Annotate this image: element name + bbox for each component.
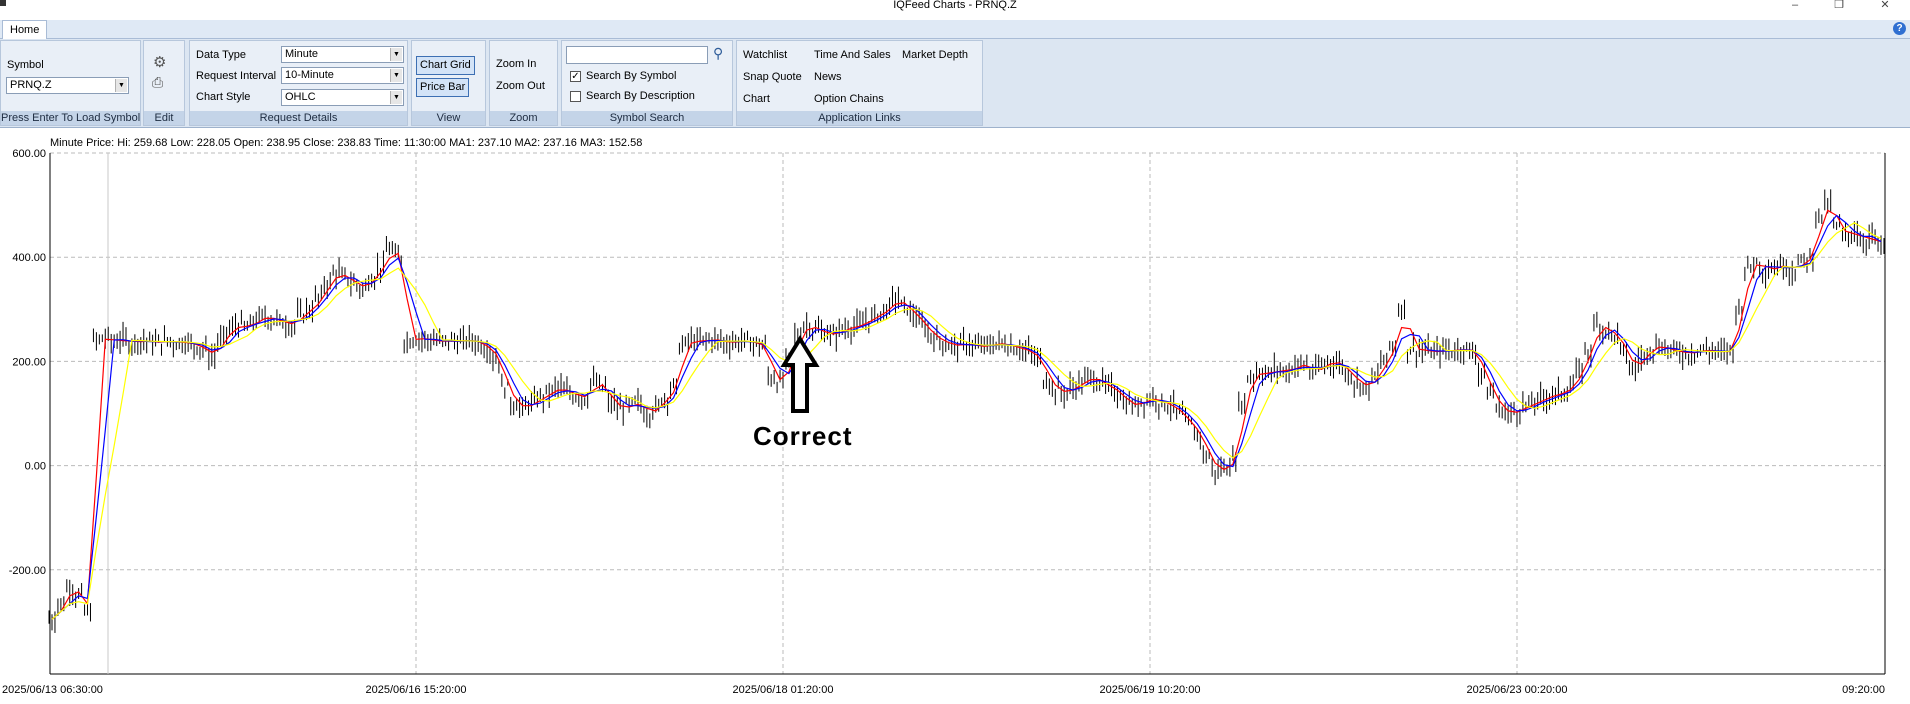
request-details-group: Data Type Minute ▼ Request Interval 10-M…	[189, 40, 408, 126]
view-group-footer: View	[412, 111, 485, 125]
news-link[interactable]: News	[814, 71, 842, 83]
y-tick-label: 400.00	[12, 252, 46, 264]
ribbon-tab-bar: Home ?	[0, 20, 1910, 39]
ma2-line	[51, 214, 1882, 620]
chevron-down-icon[interactable]: ▼	[390, 48, 402, 61]
option-chains-link[interactable]: Option Chains	[814, 93, 884, 105]
x-tick-label: 2025/06/18 01:20:00	[733, 684, 834, 696]
symbol-label: Symbol	[7, 59, 44, 71]
help-icon[interactable]: ?	[1893, 22, 1906, 35]
symbol-search-group: ⚲ ✓ Search By Symbol Search By Descripti…	[561, 40, 733, 126]
watchlist-link[interactable]: Watchlist	[743, 49, 787, 61]
view-group: Chart Grid Price Bar View	[411, 40, 486, 126]
search-icon[interactable]: ⚲	[713, 45, 723, 62]
chart-grid-button[interactable]: Chart Grid	[416, 56, 475, 75]
y-tick-label: 200.00	[12, 356, 46, 368]
symbol-group-footer: Press Enter To Load Symbol	[1, 111, 140, 125]
market-depth-link[interactable]: Market Depth	[902, 49, 968, 61]
edit-group: ⚙ ⎙ Edit	[143, 40, 185, 126]
application-links-footer: Application Links	[737, 111, 982, 125]
x-tick-label: 09:20:00	[1842, 684, 1885, 696]
chevron-down-icon[interactable]: ▼	[390, 91, 402, 104]
x-tick-label: 2025/06/19 10:20:00	[1100, 684, 1201, 696]
request-interval-value: 10-Minute	[285, 69, 334, 81]
symbol-group: Symbol PRNQ.Z ▼ Press Enter To Load Symb…	[0, 40, 141, 126]
symbol-search-footer: Symbol Search	[562, 111, 732, 125]
y-tick-label: 0.00	[25, 461, 46, 473]
symbol-input[interactable]: PRNQ.Z ▼	[6, 77, 129, 94]
zoom-group-footer: Zoom	[490, 111, 557, 125]
symbol-value: PRNQ.Z	[10, 79, 52, 91]
price-chart[interactable]: 600.00 400.00 200.00 0.00 -200.00 2025/06/13 …	[0, 148, 1910, 704]
request-interval-label: Request Interval	[196, 70, 277, 82]
print-icon[interactable]: ⎙	[152, 74, 163, 91]
restore-icon[interactable]: ❐	[1824, 0, 1854, 12]
request-interval-select[interactable]: 10-Minute ▼	[281, 67, 404, 84]
time-and-sales-link[interactable]: Time And Sales	[814, 49, 891, 61]
x-tick-label: 2025/06/16 15:20:00	[366, 684, 467, 696]
chart-style-value: OHLC	[285, 91, 316, 103]
data-type-label: Data Type	[196, 49, 246, 61]
ribbon: Symbol PRNQ.Z ▼ Press Enter To Load Symb…	[0, 39, 1910, 128]
y-tick-label: 600.00	[12, 148, 46, 160]
ma1-line	[51, 209, 1882, 620]
ohlc-bars	[48, 189, 1885, 633]
chart-style-label: Chart Style	[196, 91, 251, 103]
settings-icon[interactable]: ⚙	[153, 53, 166, 71]
zoom-out-button[interactable]: Zoom Out	[493, 78, 548, 97]
price-bar-button[interactable]: Price Bar	[416, 78, 470, 97]
minimize-icon[interactable]: –	[1780, 0, 1810, 12]
request-details-footer: Request Details	[190, 111, 407, 125]
data-type-value: Minute	[285, 48, 319, 60]
data-type-select[interactable]: Minute ▼	[281, 46, 404, 63]
search-by-description-label: Search By Description	[586, 90, 695, 102]
annotation-text: Correct	[753, 421, 853, 451]
title-bar: IQFeed Charts - PRNQ.Z – ❐ ✕	[0, 0, 1910, 14]
ma3-line	[51, 222, 1882, 620]
zoom-in-button[interactable]: Zoom In	[493, 56, 539, 75]
search-by-symbol-checkbox[interactable]: ✓	[570, 71, 581, 82]
x-tick-label: 2025/06/23 00:20:00	[1467, 684, 1568, 696]
up-arrow-icon	[780, 335, 820, 413]
tab-home[interactable]: Home	[2, 20, 48, 39]
chart-link[interactable]: Chart	[743, 93, 770, 105]
window-title: IQFeed Charts - PRNQ.Z	[893, 0, 1017, 11]
snap-quote-link[interactable]: Snap Quote	[743, 71, 802, 83]
edit-group-footer: Edit	[144, 111, 184, 125]
chevron-down-icon[interactable]: ▼	[390, 69, 402, 82]
search-by-symbol-label: Search By Symbol	[586, 70, 677, 82]
close-icon[interactable]: ✕	[1870, 0, 1900, 12]
search-input[interactable]	[566, 46, 708, 64]
x-tick-label: 2025/06/13 06:30:00	[2, 684, 103, 696]
application-links-group: Watchlist Time And Sales Market Depth Sn…	[736, 40, 983, 126]
chart-style-select[interactable]: OHLC ▼	[281, 89, 404, 106]
search-by-description-checkbox[interactable]	[570, 91, 581, 102]
chevron-down-icon[interactable]: ▼	[115, 79, 127, 92]
y-tick-label: -200.00	[9, 565, 46, 577]
zoom-group: Zoom In Zoom Out Zoom	[489, 40, 558, 126]
